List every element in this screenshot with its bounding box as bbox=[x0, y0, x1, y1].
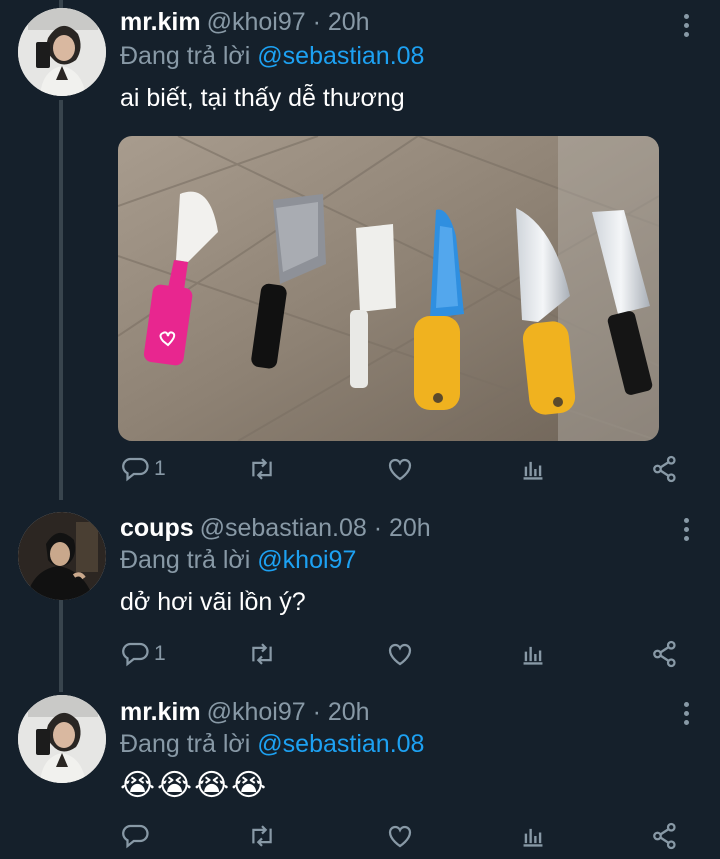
reply-count: 1 bbox=[154, 457, 166, 480]
more-options-icon[interactable] bbox=[684, 702, 692, 729]
stats-icon bbox=[523, 461, 543, 480]
retweet-icon bbox=[252, 825, 272, 847]
share-button[interactable] bbox=[650, 638, 680, 670]
reply-icon bbox=[122, 824, 149, 849]
like-button[interactable] bbox=[385, 820, 415, 852]
retweet-icon bbox=[252, 643, 272, 665]
like-icon bbox=[388, 825, 412, 848]
reply-count: 1 bbox=[154, 642, 166, 665]
stats-icon bbox=[523, 646, 543, 665]
replying-to: Đang trả lời @sebastian.08 bbox=[120, 42, 424, 71]
like-button[interactable] bbox=[385, 453, 415, 485]
replying-to: Đang trả lời @sebastian.08 bbox=[120, 730, 424, 759]
reply-icon bbox=[122, 642, 149, 667]
avatar[interactable] bbox=[18, 8, 106, 96]
reply-mention-link[interactable]: @sebastian.08 bbox=[257, 730, 424, 758]
display-name[interactable]: mr.kim bbox=[120, 698, 201, 727]
retweet-button[interactable] bbox=[246, 820, 278, 852]
reply-mention-link[interactable]: @khoi97 bbox=[257, 546, 356, 574]
avatar[interactable] bbox=[18, 512, 106, 600]
stats-button[interactable] bbox=[520, 638, 546, 670]
stats-button[interactable] bbox=[520, 820, 546, 852]
tweet[interactable]: mr.kim @khoi97 · 20h Đang trả lời @sebas… bbox=[0, 692, 720, 859]
reply-mention-link[interactable]: @sebastian.08 bbox=[257, 42, 424, 70]
like-icon bbox=[388, 458, 412, 481]
like-button[interactable] bbox=[385, 638, 415, 670]
share-button[interactable] bbox=[650, 453, 680, 485]
stats-button[interactable] bbox=[520, 453, 546, 485]
tweet-actions bbox=[120, 820, 690, 852]
tweet[interactable]: mr.kim @khoi97 · 20h Đang trả lời @sebas… bbox=[0, 0, 720, 500]
reply-prefix: Đang trả lời bbox=[120, 546, 251, 574]
display-name[interactable]: coups bbox=[120, 514, 194, 543]
reply-icon bbox=[122, 457, 149, 482]
handle-time[interactable]: @sebastian.08 · 20h bbox=[200, 514, 431, 543]
handle-time[interactable]: @khoi97 · 20h bbox=[207, 698, 370, 727]
retweet-icon bbox=[252, 458, 272, 480]
reply-prefix: Đang trả lời bbox=[120, 42, 251, 70]
tweet-actions: 1 bbox=[120, 638, 690, 670]
tweet-image[interactable] bbox=[118, 136, 659, 441]
tweet[interactable]: coups @sebastian.08 · 20h Đang trả lời @… bbox=[0, 506, 720, 686]
reply-button[interactable] bbox=[120, 820, 154, 852]
share-icon bbox=[653, 455, 676, 483]
tweet-text: 😭😭😭😭 bbox=[120, 768, 269, 803]
handle-time[interactable]: @khoi97 · 20h bbox=[207, 8, 370, 37]
tweet-text: ai biết, tại thấy dễ thương bbox=[120, 84, 405, 112]
avatar[interactable] bbox=[18, 695, 106, 783]
reply-button[interactable]: 1 bbox=[120, 638, 166, 670]
stats-icon bbox=[523, 828, 543, 847]
more-options-icon[interactable] bbox=[684, 14, 692, 41]
share-icon bbox=[653, 822, 676, 850]
share-button[interactable] bbox=[650, 820, 680, 852]
display-name[interactable]: mr.kim bbox=[120, 8, 201, 37]
replying-to: Đang trả lời @khoi97 bbox=[120, 546, 356, 575]
like-icon bbox=[388, 643, 412, 666]
more-options-icon[interactable] bbox=[684, 518, 692, 545]
tweet-actions: 1 bbox=[120, 453, 690, 485]
reply-prefix: Đang trả lời bbox=[120, 730, 251, 758]
share-icon bbox=[653, 640, 676, 668]
reply-button[interactable]: 1 bbox=[120, 453, 166, 485]
retweet-button[interactable] bbox=[246, 638, 278, 670]
retweet-button[interactable] bbox=[246, 453, 278, 485]
tweet-text: dở hơi vãi lồn ý? bbox=[120, 588, 306, 616]
